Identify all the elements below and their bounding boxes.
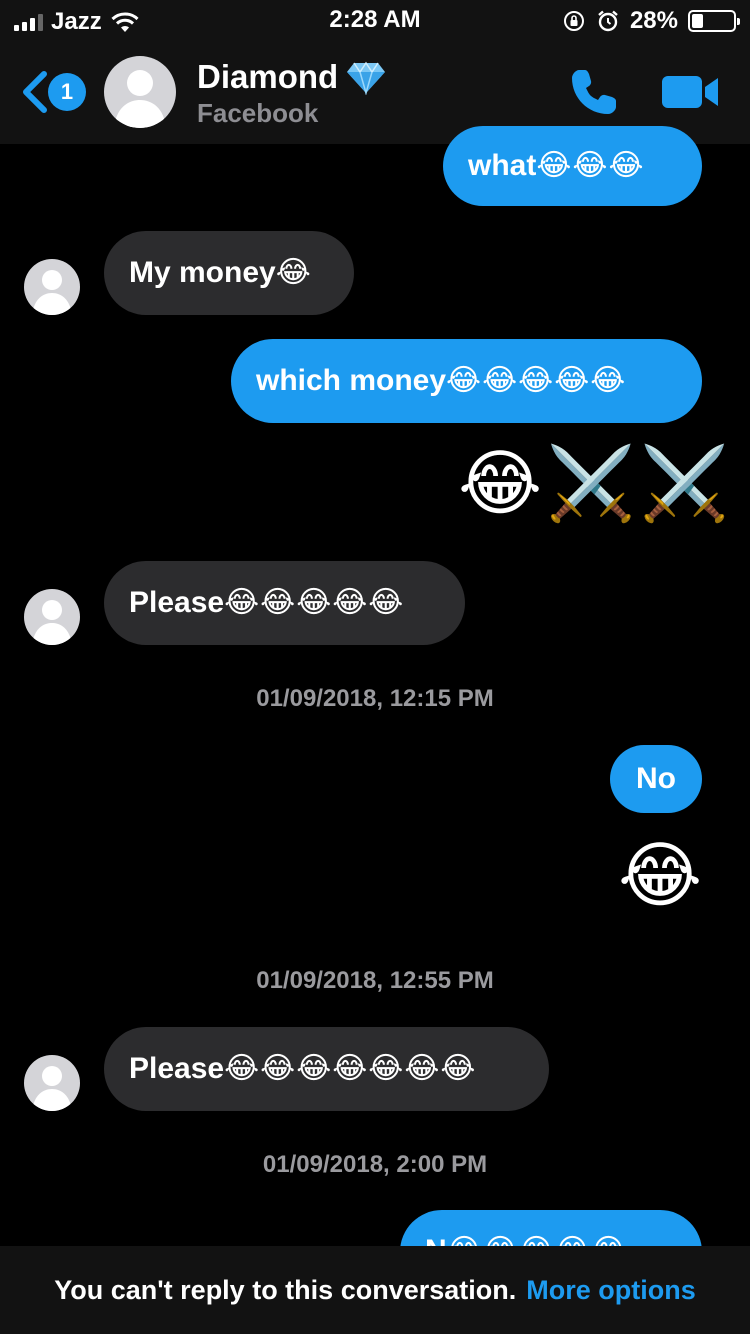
message-text: Please [129,1052,225,1085]
message-emoji: 😂😂😂😂😂 [224,586,405,619]
message-text: which money [256,364,447,397]
default-avatar-icon [114,70,166,128]
video-icon[interactable] [660,72,720,112]
battery-icon [688,10,740,32]
default-avatar-icon [32,270,72,315]
rotation-lock-icon [563,11,584,31]
default-avatar-icon [32,600,72,645]
message-emoji: 😂😂😂😂😂😂😂 [224,1052,477,1085]
sender-avatar[interactable] [24,589,80,645]
default-avatar-icon [32,1066,72,1111]
sender-avatar[interactable] [24,259,80,315]
sender-avatar[interactable] [24,1055,80,1111]
message-bubble-incoming[interactable]: Please 😂😂😂😂😂😂😂 [104,1027,549,1111]
battery-fill [692,14,704,28]
message-bubble-outgoing[interactable]: which money 😂😂😂😂😂 [231,339,702,423]
message-text: My money [129,256,276,289]
chevron-left-icon [23,71,47,113]
emoji-message[interactable]: 😂⚔️⚔️ [458,448,733,520]
status-right: 28% [562,7,740,35]
contact-subtitle: Facebook [197,98,319,128]
diamond-icon [347,61,386,95]
message-text: what [468,149,537,182]
message-text: Please [129,586,225,619]
contact-name-label: Diamond [197,58,339,95]
phone-icon[interactable] [568,66,620,118]
back-button[interactable]: 1 [18,68,86,116]
message-bubble-outgoing[interactable]: what 😂😂😂 [443,126,702,206]
reply-disabled-bar: You can't reply to this conversation. Mo… [0,1246,750,1334]
battery-percent: 28% [629,7,678,34]
alarm-icon [598,10,618,32]
timestamp: 01/09/2018, 2:00 PM [262,1151,488,1178]
avatar[interactable] [104,56,176,128]
contact-name[interactable]: Diamond [197,58,386,96]
message-emoji: 😂😂😂😂😂 [446,364,627,397]
message-bubble-incoming[interactable]: Please 😂😂😂😂😂 [104,561,465,645]
unread-badge: 1 [48,73,86,111]
message-bubble-incoming[interactable]: My money 😂 [104,231,354,315]
message-emoji: 😂 [275,256,312,289]
reply-disabled-notice: You can't reply to this conversation. [54,1274,517,1305]
more-options-link[interactable]: More options [526,1275,696,1306]
timestamp: 01/09/2018, 12:15 PM [256,685,494,712]
message-text: No [636,762,676,795]
message-bubble-outgoing[interactable]: No [610,745,702,813]
emoji-message[interactable]: 😂 [618,840,706,912]
status-bar: Jazz 2:28 AM 28% [0,0,750,40]
message-emoji: 😂😂😂 [536,149,645,182]
timestamp: 01/09/2018, 12:55 PM [256,967,494,994]
